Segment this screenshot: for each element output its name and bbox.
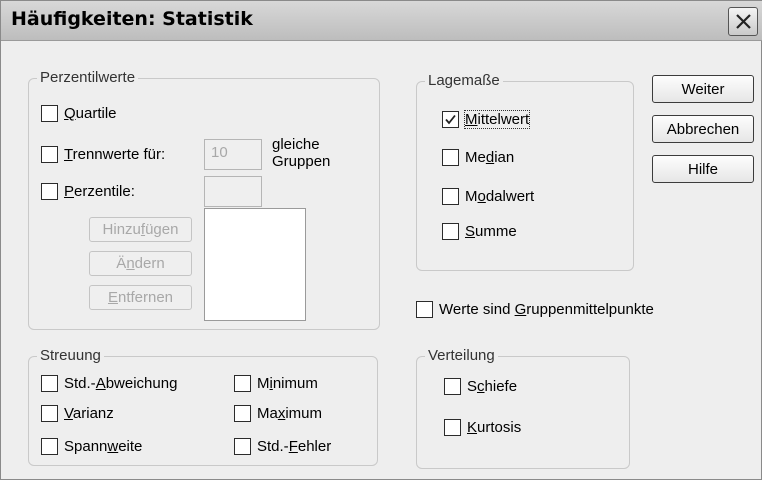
lagemasse-group: Lagemaße — [416, 72, 634, 271]
lagemasse-legend: Lagemaße — [425, 72, 503, 89]
checkmark-icon — [445, 114, 456, 125]
stdabweichung-checkbox[interactable]: Std.-Abweichung — [41, 375, 177, 392]
hinzufuegen-button[interactable]: Hinzu f ügen — [89, 217, 192, 242]
quartile-checkbox[interactable]: Quartile — [41, 105, 117, 122]
maximum-checkbox[interactable]: Maximum — [234, 405, 322, 422]
kurtosis-checkbox[interactable]: Kurtosis — [444, 419, 521, 436]
spannweite-checkbox[interactable]: Spannweite — [41, 438, 142, 455]
stdfehler-checkbox[interactable]: Std.-Fehler — [234, 438, 331, 455]
stdabweichung-box[interactable] — [41, 375, 58, 392]
close-button[interactable] — [728, 7, 758, 36]
summe-label: Summe — [465, 223, 517, 240]
schiefe-box[interactable] — [444, 378, 461, 395]
varianz-box[interactable] — [41, 405, 58, 422]
stdfehler-box[interactable] — [234, 438, 251, 455]
aendern-button[interactable]: Än dern — [89, 251, 192, 276]
minimum-box[interactable] — [234, 375, 251, 392]
verteilung-group: Verteilung — [416, 347, 630, 469]
title-bar: Häufigkeiten: Statistik — [1, 1, 762, 41]
perzentile-input[interactable] — [204, 176, 262, 207]
modalwert-label: Modalwert — [465, 188, 535, 205]
perzentile-label: Perzentile: — [64, 183, 135, 200]
quartile-box[interactable] — [41, 105, 58, 122]
spannweite-box[interactable] — [41, 438, 58, 455]
maximum-box[interactable] — [234, 405, 251, 422]
schiefe-checkbox[interactable]: Schiefe — [444, 378, 517, 395]
trennwerte-checkbox[interactable]: Trennwerte für: — [41, 146, 165, 163]
varianz-checkbox[interactable]: Varianz — [41, 405, 114, 422]
modalwert-checkbox[interactable]: Modalwert — [442, 188, 534, 205]
perzentile-box[interactable] — [41, 183, 58, 200]
stdfehler-label: Std.-Fehler — [257, 438, 332, 455]
maximum-label: Maximum — [257, 405, 323, 422]
gruppenmittelpunkte-box[interactable] — [416, 301, 433, 318]
varianz-label: Varianz — [64, 405, 114, 422]
window-title: Häufigkeiten: Statistik — [11, 8, 253, 30]
hilfe-button[interactable]: Hilfe — [652, 155, 754, 183]
median-box[interactable] — [442, 149, 459, 166]
abbrechen-button[interactable]: Abbrechen — [652, 115, 754, 143]
modalwert-box[interactable] — [442, 188, 459, 205]
trennwerte-input[interactable]: 10 — [204, 139, 262, 170]
quartile-label: Quartile — [64, 105, 117, 122]
perzentile-listbox[interactable] — [204, 208, 306, 321]
kurtosis-box[interactable] — [444, 419, 461, 436]
median-checkbox[interactable]: Median — [442, 149, 514, 166]
mittelwert-box[interactable] — [442, 111, 459, 128]
gruppenmittelpunkte-checkbox[interactable]: Werte sind Gruppenmittelpunkte — [416, 301, 654, 318]
summe-box[interactable] — [442, 223, 459, 240]
minimum-label: Minimum — [257, 375, 318, 392]
streuung-legend: Streuung — [37, 347, 104, 364]
dialog-window: Häufigkeiten: Statistik Perzentilwerte Q… — [0, 0, 762, 480]
median-label: Median — [465, 149, 515, 166]
gleiche-gruppen-label: gleiche Gruppen — [272, 136, 331, 170]
verteilung-legend: Verteilung — [425, 347, 498, 364]
mittelwert-label: Mittelwert — [463, 110, 531, 129]
spannweite-label: Spannweite — [64, 438, 143, 455]
perzentile-checkbox[interactable]: Perzentile: — [41, 183, 135, 200]
entfernen-button[interactable]: Entfernen — [89, 285, 192, 310]
perzentilwerte-legend: Perzentilwerte — [37, 69, 139, 86]
kurtosis-label: Kurtosis — [467, 419, 522, 436]
gruppenmittelpunkte-label: Werte sind Gruppenmittelpunkte — [439, 301, 654, 318]
schiefe-label: Schiefe — [467, 378, 518, 395]
close-icon — [736, 14, 751, 29]
weiter-button[interactable]: Weiter — [652, 75, 754, 103]
minimum-checkbox[interactable]: Minimum — [234, 375, 318, 392]
stdabweichung-label: Std.-Abweichung — [64, 375, 178, 392]
mittelwert-checkbox[interactable]: Mittelwert — [442, 110, 531, 129]
trennwerte-label: Trennwerte für: — [64, 146, 166, 163]
summe-checkbox[interactable]: Summe — [442, 223, 517, 240]
trennwerte-box[interactable] — [41, 146, 58, 163]
